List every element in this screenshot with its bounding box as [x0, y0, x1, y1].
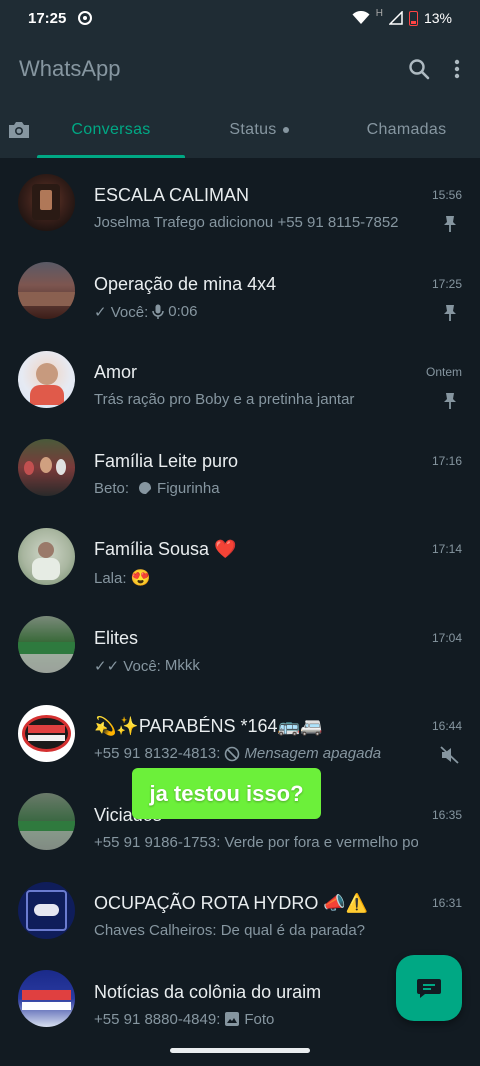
tab-status[interactable]: Status: [185, 102, 333, 158]
battery-percent: 13%: [423, 10, 452, 26]
chat-time: 16:35: [431, 807, 462, 822]
tab-chamadas[interactable]: Chamadas: [333, 102, 480, 158]
camera-tab[interactable]: [0, 102, 37, 158]
chat-preview: ✓✓ Você: Mkkk: [94, 657, 418, 675]
new-chat-icon: [417, 979, 441, 998]
chat-preview: +55 91 9186-1753: Verde por fora e verme…: [94, 834, 418, 851]
preview-text: Trás ração pro Boby e a pretinha jantar: [94, 391, 355, 408]
home-gesture-handle[interactable]: [170, 1048, 310, 1053]
avatar: [18, 439, 75, 497]
preview-sender: Lala:: [94, 569, 127, 587]
chat-preview: +55 91 8880-4849: Foto: [94, 1011, 418, 1028]
chat-preview: +55 91 8132-4813: Mensagem apagada: [94, 745, 418, 762]
network-type: H: [375, 8, 383, 19]
chat-time: 17:25: [431, 276, 462, 291]
preview-sender: ✓ Você:: [94, 303, 149, 321]
battery-icon: [408, 10, 418, 26]
avatar: [18, 527, 75, 585]
chat-preview: Lala: 😍: [94, 568, 418, 588]
photo-icon: [225, 1012, 240, 1026]
pin-icon: [440, 303, 460, 323]
status-bar: 17:25 H 13%: [0, 0, 480, 36]
avatar: [18, 881, 75, 939]
chat-name: Família Leite puro: [94, 450, 239, 471]
data-saver-icon: [78, 11, 93, 25]
avatar: [18, 262, 75, 320]
chat-time: 17:14: [431, 542, 462, 556]
wifi-icon: [352, 11, 370, 24]
chat-name: ESCALA CALIMAN: [94, 185, 250, 205]
status-time: 17:25: [28, 9, 67, 27]
tab-label: Chamadas: [366, 121, 447, 138]
avatar: [18, 704, 75, 762]
preview-sender: +55 91 8880-4849:: [94, 1010, 221, 1028]
chat-row[interactable]: Família Sousa ❤️ 17:14 Lala: 😍: [0, 512, 480, 601]
preview-sender: +55 91 8132-4813:: [94, 745, 221, 762]
chat-name: Operação de mina 4x4: [94, 273, 277, 294]
chat-row[interactable]: Amor Ontem Trás ração pro Boby e a preti…: [0, 335, 480, 424]
chat-preview: Beto: Figurinha: [94, 480, 418, 497]
preview-text: Foto: [244, 1010, 275, 1028]
chat-name: Notícias da colônia do uraim: [94, 981, 322, 1002]
chat-row[interactable]: OCUPAÇÃO ROTA HYDRO 📣⚠️ 16:31 Chaves Cal…: [0, 866, 480, 955]
chat-time: 17:16: [431, 453, 462, 468]
deleted-message-icon: [225, 746, 240, 761]
chat-name: OCUPAÇÃO ROTA HYDRO 📣⚠️: [94, 893, 369, 913]
chat-row[interactable]: 💫✨PARABÉNS *164🚌🚐 16:44 +55 91 8132-4813…: [0, 689, 480, 778]
chat-name: Amor: [94, 362, 138, 382]
chat-preview: Joselma Trafego adicionou +55 91 8115-78…: [94, 214, 418, 231]
chat-name: 💫✨PARABÉNS *164🚌🚐: [94, 716, 323, 736]
status-update-dot: [282, 127, 289, 133]
chat-row[interactable]: Operação de mina 4x4 17:25 ✓ Você: 0:06: [0, 247, 480, 336]
chat-list: ESCALA CALIMAN 15:56 Joselma Trafego adi…: [0, 158, 480, 1043]
chat-name: Elites: [94, 627, 139, 648]
chat-time: Ontem: [425, 365, 462, 379]
chat-preview: ✓ Você: 0:06: [94, 303, 418, 321]
more-vert-icon[interactable]: [453, 57, 461, 81]
chat-row[interactable]: ESCALA CALIMAN 15:56 Joselma Trafego adi…: [0, 158, 480, 247]
pin-icon: [440, 214, 460, 234]
pin-icon: [440, 391, 460, 411]
avatar: [18, 173, 75, 231]
tab-label: Conversas: [71, 121, 151, 138]
app-bar: WhatsApp: [0, 36, 480, 102]
mute-icon: [440, 745, 460, 765]
system-navigation-bar: [0, 1036, 480, 1066]
avatar: [18, 350, 75, 408]
chat-time: 16:44: [431, 719, 462, 733]
overlay-caption: ja testou isso?: [132, 768, 321, 819]
avatar: [18, 970, 75, 1028]
chat-preview: Trás ração pro Boby e a pretinha jantar: [94, 391, 418, 408]
preview-text: 😍: [130, 570, 151, 587]
chat-row[interactable]: Família Leite puro 17:16 Beto: Figurinha: [0, 424, 480, 513]
preview-text: 0:06: [168, 303, 198, 320]
avatar: [18, 793, 75, 851]
avatar: [18, 616, 75, 674]
preview-text: Figurinha: [157, 479, 220, 497]
search-icon[interactable]: [407, 57, 431, 81]
tab-label: Status: [229, 121, 277, 138]
signal-icon: [388, 11, 403, 25]
preview-text: Mensagem apagada: [244, 745, 382, 762]
chat-row[interactable]: Elites 17:04 ✓✓ Você: Mkkk: [0, 601, 480, 690]
preview-sender: Beto:: [94, 479, 130, 497]
preview-text: +55 91 9186-1753: Verde por fora e verme…: [94, 833, 418, 851]
tab-conversas[interactable]: Conversas: [37, 102, 185, 158]
sticker-icon: [139, 482, 152, 494]
preview-sender: ✓✓ Você:: [94, 657, 161, 675]
new-chat-button[interactable]: [396, 955, 462, 1021]
app-title: WhatsApp: [19, 56, 121, 81]
tab-bar: Conversas Status Chamadas: [0, 102, 480, 158]
mic-icon: [152, 304, 165, 319]
camera-icon: [8, 122, 29, 138]
chat-time: 16:31: [431, 896, 462, 910]
chat-time: 15:56: [431, 188, 462, 202]
preview-text: Chaves Calheiros: De qual é da parada?: [94, 922, 366, 939]
preview-text: Joselma Trafego adicionou +55 91 8115-78…: [94, 214, 399, 231]
preview-text: Mkkk: [164, 657, 200, 674]
chat-name: Família Sousa ❤️: [94, 539, 237, 559]
chat-time: 17:04: [431, 630, 462, 645]
chat-preview: Chaves Calheiros: De qual é da parada?: [94, 922, 418, 939]
